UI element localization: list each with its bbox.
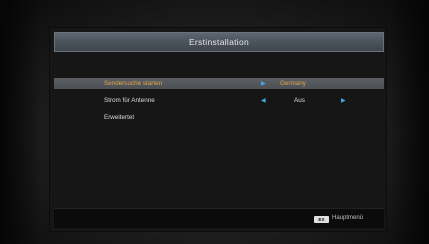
exit-label: Hauptmenü xyxy=(332,215,364,221)
dialog-title: Erstinstallation xyxy=(54,32,384,52)
exit-key-icon[interactable]: EX xyxy=(314,216,329,223)
antenna-power-value: Aus xyxy=(294,97,305,104)
arrow-right-icon[interactable]: ▶ xyxy=(341,97,346,104)
menu-item-antenna-power[interactable]: Strom für Antenne ◀ Aus ▶ xyxy=(54,95,384,106)
menu-item-advanced[interactable]: Erweitertet xyxy=(54,112,384,123)
arrow-left-icon[interactable]: ◀ xyxy=(261,97,266,104)
screen-vignette-right xyxy=(389,0,429,244)
menu-item-start-channel-search[interactable]: Sendersuche starten ▶ Germany xyxy=(54,78,384,89)
menu-item-label: Strom für Antenne xyxy=(104,97,155,104)
menu-item-label: Erweitertet xyxy=(104,114,135,121)
menu-item-label: Sendersuche starten xyxy=(104,80,163,87)
arrow-right-icon[interactable]: ▶ xyxy=(261,80,266,87)
setup-dialog: Erstinstallation Sendersuche starten ▶ G… xyxy=(49,27,387,232)
dialog-footer: EX Hauptmenü xyxy=(54,208,384,228)
tv-screen: Erstinstallation Sendersuche starten ▶ G… xyxy=(0,0,429,244)
country-value: Germany xyxy=(280,80,306,87)
screen-vignette-left xyxy=(0,0,40,244)
